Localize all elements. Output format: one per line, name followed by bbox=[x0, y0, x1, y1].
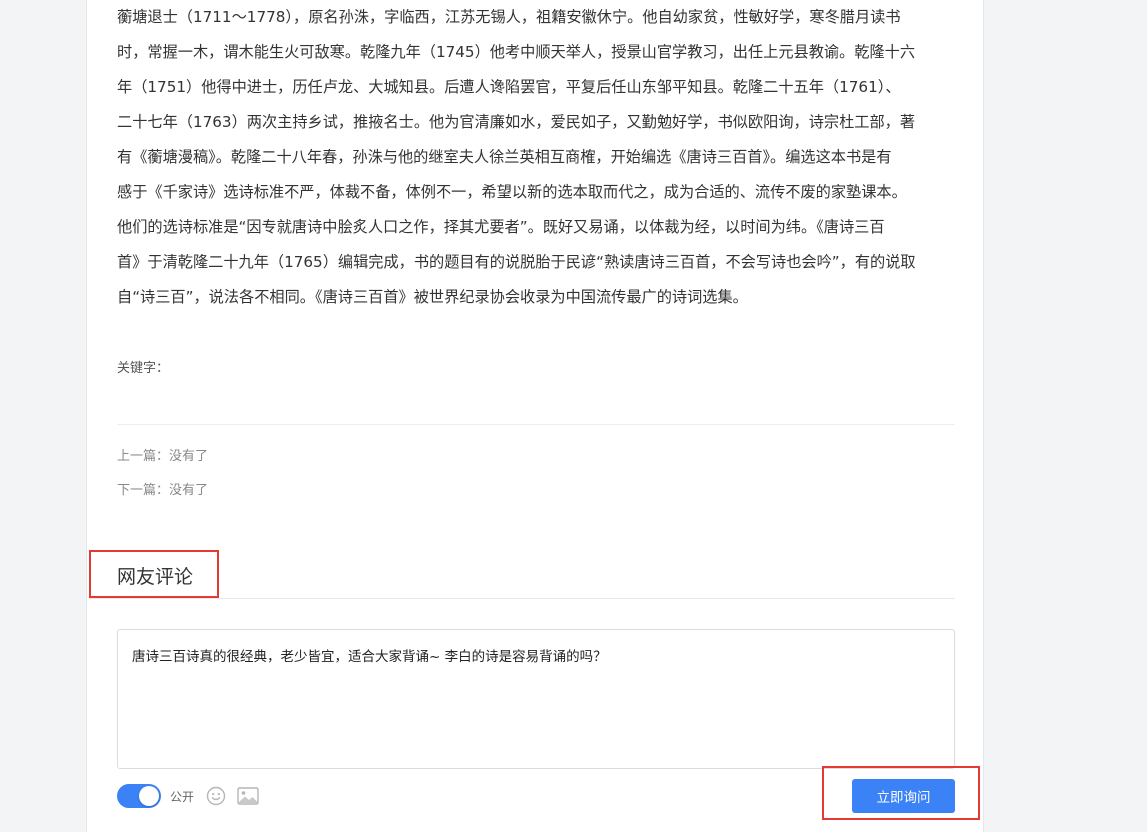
keywords-label: 关键字： bbox=[117, 361, 170, 376]
emoji-icon[interactable] bbox=[206, 786, 226, 806]
public-toggle[interactable] bbox=[117, 784, 161, 808]
image-icon[interactable] bbox=[237, 787, 259, 805]
article-line: 他们的选诗标准是“因专就唐诗中脍炙人口之作，择其尤要者”。既好又易诵，以体裁为经… bbox=[117, 218, 885, 236]
comment-toolbar: 公开 bbox=[117, 783, 259, 809]
article-line: 年（1751）他得中进士，历任卢龙、大城知县。后遭人谗陷罢官，平复后任山东邹平知… bbox=[117, 78, 901, 96]
article-line: 蘅塘退士（1711～1778），原名孙洙，字临西，江苏无锡人，祖籍安徽休宁。他自… bbox=[117, 8, 901, 26]
comments-title: 网友评论 bbox=[117, 566, 194, 588]
toggle-knob bbox=[139, 786, 159, 806]
section-divider bbox=[117, 424, 955, 425]
article-line: 首》于清乾隆二十九年（1765）编辑完成，书的题目有的说脱胎于民谚“熟读唐诗三百… bbox=[117, 253, 916, 271]
next-article-link[interactable]: 下一篇：没有了 bbox=[117, 482, 208, 500]
article-line: 时，常握一木，谓木能生火可敌寒。乾隆九年（1745）他考中顺天举人，授景山官学教… bbox=[117, 43, 916, 61]
prev-article-link[interactable]: 上一篇：没有了 bbox=[117, 448, 208, 466]
submit-inquiry-button[interactable]: 立即询问 bbox=[852, 779, 955, 813]
article-line: 二十七年（1763）两次主持乡试，推掖名士。他为官清廉如水，爱民如子，又勤勉好学… bbox=[117, 113, 916, 131]
public-label: 公开 bbox=[170, 789, 195, 804]
article-body: 蘅塘退士（1711～1778），原名孙洙，字临西，江苏无锡人，祖籍安徽休宁。他自… bbox=[117, 0, 959, 315]
article-card: 蘅塘退士（1711～1778），原名孙洙，字临西，江苏无锡人，祖籍安徽休宁。他自… bbox=[86, 0, 984, 832]
article-line: 有《蘅塘漫稿》。乾隆二十八年春，孙洙与他的继室夫人徐兰英相互商榷，开始编选《唐诗… bbox=[117, 148, 892, 166]
article-line: 感于《千家诗》选诗标准不严，体裁不备，体例不一，希望以新的选本取而代之，成为合适… bbox=[117, 183, 907, 201]
comment-input[interactable] bbox=[117, 629, 955, 769]
article-line: 自“诗三百”，说法各不相同。《唐诗三百首》被世界纪录协会收录为中国流传最广的诗词… bbox=[117, 288, 748, 306]
comments-divider bbox=[89, 598, 955, 599]
